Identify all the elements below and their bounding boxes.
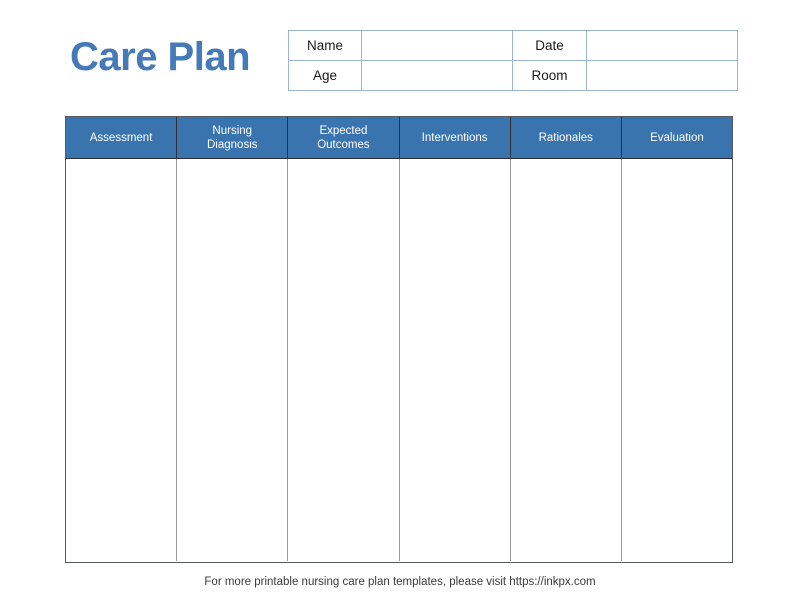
column-header-line2: Diagnosis: [207, 138, 258, 151]
column-header-expected-outcomes: Expected Outcomes: [288, 117, 400, 158]
info-field-date[interactable]: [586, 30, 738, 61]
entry-cell-nursing-diagnosis[interactable]: [177, 159, 289, 561]
info-label-date: Date: [512, 30, 587, 61]
patient-info-row: Age Room: [288, 60, 738, 91]
info-label-room: Room: [512, 60, 587, 91]
column-header-line1: Evaluation: [650, 131, 704, 144]
care-plan-body: [66, 159, 733, 561]
column-header-line1: Interventions: [421, 131, 488, 144]
info-label-age: Age: [288, 60, 362, 91]
care-plan-table: Assessment Nursing Diagnosis Expected Ou…: [65, 116, 733, 563]
info-field-age[interactable]: [361, 60, 513, 91]
column-header-assessment: Assessment: [66, 117, 178, 158]
column-header-nursing-diagnosis: Nursing Diagnosis: [177, 117, 289, 158]
column-header-interventions: Interventions: [400, 117, 511, 158]
column-header-line1: Nursing: [212, 124, 253, 137]
column-header-line2: Outcomes: [317, 138, 370, 151]
column-header-evaluation: Evaluation: [622, 117, 732, 158]
care-plan-page: Care Plan Name Date Age Room Assessment: [0, 0, 800, 600]
page-title: Care Plan: [70, 35, 251, 79]
entry-cell-expected-outcomes[interactable]: [288, 159, 400, 561]
entry-cell-assessment[interactable]: [66, 159, 178, 561]
column-header-line1: Expected: [319, 124, 368, 137]
info-field-room[interactable]: [586, 60, 738, 91]
patient-info-row: Name Date: [288, 30, 738, 61]
info-label-name: Name: [288, 30, 362, 61]
entry-cell-rationales[interactable]: [510, 159, 622, 561]
info-field-name[interactable]: [361, 30, 513, 61]
column-header-line1: Rationales: [538, 131, 593, 144]
patient-info-table: Name Date Age Room: [288, 30, 738, 91]
column-header-line1: Assessment: [89, 131, 153, 144]
care-plan-header-row: Assessment Nursing Diagnosis Expected Ou…: [66, 117, 732, 159]
column-header-rationales: Rationales: [511, 117, 622, 158]
footer-note: For more printable nursing care plan tem…: [204, 576, 596, 588]
entry-cell-interventions[interactable]: [399, 159, 511, 561]
entry-cell-evaluation[interactable]: [621, 159, 733, 561]
